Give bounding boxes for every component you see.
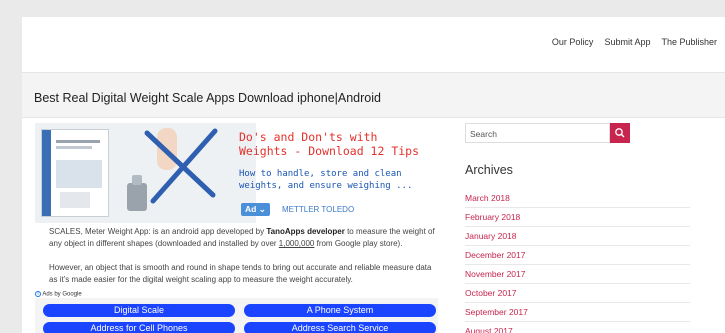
- page: Our Policy Submit App The Publisher Best…: [22, 17, 725, 333]
- developer-link[interactable]: TanoApps developer: [266, 227, 345, 236]
- ad-link-button[interactable]: A Phone System: [244, 304, 436, 317]
- weight-hand-graphic: [127, 128, 218, 211]
- ad-title[interactable]: Do's and Don'ts with Weights - Download …: [239, 130, 429, 158]
- archive-link[interactable]: September 2017: [465, 303, 690, 322]
- archives-list: March 2018 February 2018 January 2018 De…: [465, 189, 690, 333]
- search-placeholder: Search: [470, 129, 497, 139]
- ad-badge[interactable]: Ad ⌄: [241, 203, 270, 216]
- ad-image[interactable]: [35, 123, 256, 223]
- ads-by-google[interactable]: i Ads by Google: [35, 291, 82, 298]
- archive-link[interactable]: August 2017: [465, 322, 690, 333]
- ad-description[interactable]: How to handle, store and clean weights, …: [239, 168, 444, 192]
- paragraph-1: SCALES, Meter Weight App: is an android …: [49, 227, 435, 248]
- search-icon: [615, 128, 625, 138]
- chevron-down-icon: ⌄: [258, 204, 266, 214]
- ad-link-button[interactable]: Address for Cell Phones: [43, 322, 235, 333]
- ad-links-block: Digital Scale A Phone System Address for…: [35, 298, 438, 333]
- ad-advertiser[interactable]: METTLER TOLEDO: [282, 205, 354, 214]
- search-button[interactable]: [610, 123, 630, 143]
- archive-link[interactable]: March 2018: [465, 189, 690, 208]
- nav-submit-app[interactable]: Submit App: [604, 37, 650, 47]
- archive-link[interactable]: October 2017: [465, 284, 690, 303]
- ad-link-button[interactable]: Address Search Service: [244, 322, 436, 333]
- downloads-count: 1,000,000: [278, 239, 315, 248]
- archive-link[interactable]: December 2017: [465, 246, 690, 265]
- archive-link[interactable]: November 2017: [465, 265, 690, 284]
- site-title[interactable]: Best Real Digital Weight Scale Apps Down…: [34, 91, 381, 105]
- title-bar: Best Real Digital Weight Scale Apps Down…: [22, 72, 725, 118]
- paragraph-2: However, an object that is smooth and ro…: [49, 263, 432, 284]
- nav-the-publisher[interactable]: The Publisher: [661, 37, 717, 47]
- ad-link-button[interactable]: Digital Scale: [43, 304, 235, 317]
- top-nav: Our Policy Submit App The Publisher: [552, 37, 717, 47]
- search-input[interactable]: Search: [465, 123, 610, 143]
- archives-heading: Archives: [465, 163, 513, 177]
- archive-link[interactable]: February 2018: [465, 208, 690, 227]
- info-icon: i: [35, 291, 41, 297]
- nav-our-policy[interactable]: Our Policy: [552, 37, 594, 47]
- archive-link[interactable]: January 2018: [465, 227, 690, 246]
